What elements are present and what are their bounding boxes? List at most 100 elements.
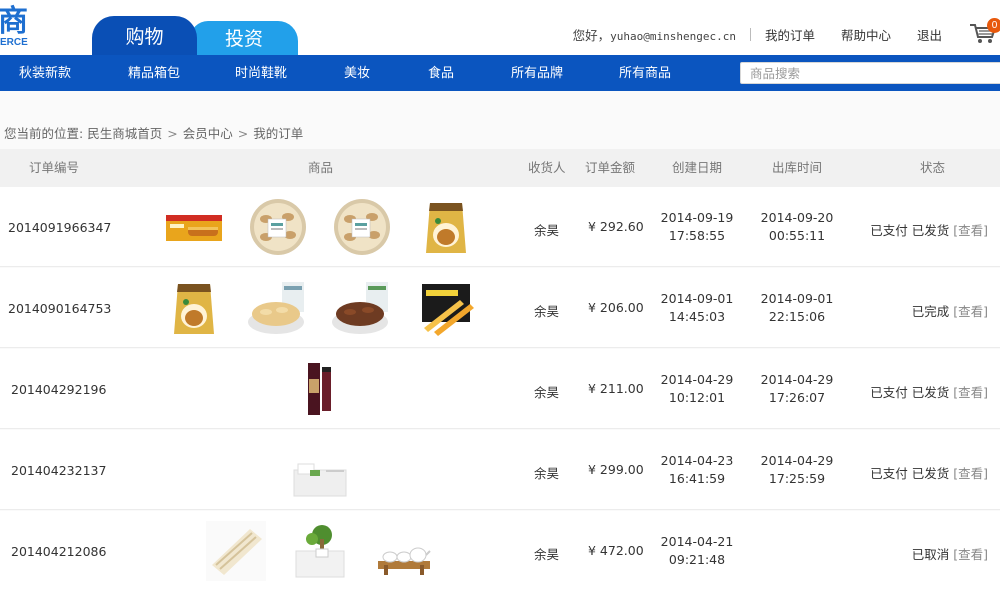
created-date: 2014-04-29: [660, 372, 734, 387]
created-date: 2014-09-19: [660, 210, 734, 225]
site-logo[interactable]: 商 ERCE: [0, 6, 30, 49]
created-time: 16:41:59: [668, 471, 726, 486]
status-text: 已完成: [911, 304, 950, 319]
order-number: 2014090164753: [8, 301, 112, 316]
divider: [749, 27, 751, 41]
nav-food[interactable]: 食品: [428, 55, 454, 91]
product-thumbnail[interactable]: [164, 197, 224, 257]
order-amount: ¥ 299.00: [588, 462, 644, 477]
product-thumbnail[interactable]: [290, 521, 350, 581]
receiver-name: 余昊: [534, 223, 560, 238]
logo-subtext: ERCE: [0, 37, 28, 48]
order-amount: ¥ 211.00: [588, 381, 644, 396]
order-row: 201404292196 余昊 ¥ 211.00 2014-04-29 10:12:01…: [0, 349, 1000, 429]
product-thumbnail[interactable]: [416, 197, 476, 257]
receiver-name: 余昊: [534, 385, 560, 400]
search-input[interactable]: [740, 62, 1000, 84]
product-thumbnail[interactable]: [332, 197, 392, 257]
order-number: 201404232137: [11, 463, 107, 478]
cosmetic-bottle-image: [290, 359, 350, 419]
created-time: 14:45:03: [668, 309, 726, 324]
breadcrumb-separator: >: [237, 126, 249, 141]
logout-link[interactable]: 退出: [917, 25, 942, 44]
breadcrumb-member-center[interactable]: 会员中心: [183, 126, 233, 141]
product-thumbnail[interactable]: [290, 359, 350, 419]
greeting: 您好，yuhao@minshengec.cn: [573, 25, 736, 44]
created-datetime: 2014-09-19 17:58:55: [652, 209, 742, 245]
shipped-datetime: 2014-09-01 22:15:06: [752, 290, 842, 326]
view-order-link[interactable]: [查看]: [953, 547, 988, 562]
product-thumbnail[interactable]: [248, 278, 308, 338]
tab-invest[interactable]: 投资: [190, 21, 298, 56]
nut-tin-image: [334, 199, 390, 255]
nav-all-products[interactable]: 所有商品: [619, 55, 671, 91]
breadcrumb-home[interactable]: 民生商城首页: [87, 126, 162, 141]
nav-shoes[interactable]: 时尚鞋靴: [235, 55, 287, 91]
order-row: 2014090164753 余昊 ¥ 206.00 2014-09-01 14:45:0…: [0, 268, 1000, 348]
nav-autumn-new[interactable]: 秋装新款: [19, 55, 71, 91]
view-order-link[interactable]: [查看]: [953, 466, 988, 481]
order-amount: ¥ 206.00: [588, 300, 644, 315]
created-date: 2014-09-01: [660, 291, 734, 306]
created-datetime: 2014-04-21 09:21:48: [652, 533, 742, 569]
nav-beauty[interactable]: 美妆: [344, 55, 370, 91]
order-status: 已支付 已发货 [查看]: [870, 382, 988, 401]
product-thumbnail[interactable]: [332, 278, 392, 338]
view-order-link[interactable]: [查看]: [953, 385, 988, 400]
snack-bag-image: [426, 203, 466, 253]
created-date: 2014-04-23: [660, 453, 734, 468]
shipped-date: 2014-04-29: [760, 453, 834, 468]
shipped-time: 00:55:11: [768, 228, 826, 243]
col-created: 创建日期: [672, 160, 723, 175]
white-box-set-image: [290, 440, 350, 500]
bamboo-mat-image: [206, 521, 266, 581]
cashew-bowl-image: [248, 278, 308, 338]
order-number: 201404292196: [11, 382, 107, 397]
shipped-time: 22:15:06: [768, 309, 826, 324]
top-header: 商 ERCE 投资 购物 您好，yuhao@minshengec.cn 我的订单…: [0, 0, 1000, 56]
user-bar: 您好，yuhao@minshengec.cn 我的订单 帮助中心 退出 0: [573, 18, 1000, 44]
receiver-name: 余昊: [534, 547, 560, 562]
status-text: 已支付 已发货: [870, 466, 950, 481]
col-goods: 商品: [308, 160, 334, 175]
product-thumbnail[interactable]: [416, 278, 476, 338]
view-order-link[interactable]: [查看]: [953, 223, 988, 238]
my-orders-link[interactable]: 我的订单: [765, 25, 815, 44]
shipped-datetime: 2014-09-20 00:55:11: [752, 209, 842, 245]
order-row: 201404212086 余昊 ¥ 472.00 2014-04-21 09:21:48…: [0, 511, 1000, 589]
created-time: 09:21:48: [668, 552, 726, 567]
col-status: 状态: [920, 160, 946, 175]
product-thumbnail[interactable]: [206, 521, 266, 581]
order-status: 已取消 [查看]: [912, 544, 988, 563]
view-order-link[interactable]: [查看]: [953, 304, 988, 319]
order-status: 已支付 已发货 [查看]: [870, 220, 988, 239]
shipped-datetime: 2014-04-29 17:25:59: [752, 452, 842, 488]
col-shipped: 出库时间: [772, 160, 823, 175]
help-center-link[interactable]: 帮助中心: [841, 25, 891, 44]
product-thumbnail[interactable]: [374, 521, 434, 581]
order-number: 2014091966347: [8, 220, 112, 235]
orders-table-header: 订单编号 商品 收货人 订单金额 创建日期 出库时间 状态: [0, 149, 1000, 187]
nav-bags[interactable]: 精品箱包: [128, 55, 180, 91]
created-time: 10:12:01: [668, 390, 726, 405]
pecan-bowl-image: [332, 278, 392, 338]
shipped-date: 2014-09-20: [760, 210, 834, 225]
col-amount: 订单金额: [585, 160, 636, 175]
breadcrumb-current: 我的订单: [253, 126, 304, 141]
category-nav: 秋装新款 精品箱包 时尚鞋靴 美妆 食品 所有品牌 所有商品: [0, 55, 1000, 91]
nav-all-brands[interactable]: 所有品牌: [511, 55, 563, 91]
orders-page: 您当前的位置: 民生商城首页 > 会员中心 > 我的订单 订单编号 商品 收货人 订单金…: [0, 91, 1000, 589]
product-thumbnail[interactable]: [248, 197, 308, 257]
snack-bag-image: [174, 284, 214, 334]
product-thumbnail[interactable]: [164, 278, 224, 338]
product-thumbnail[interactable]: [290, 440, 350, 500]
status-text: 已支付 已发货: [870, 385, 950, 400]
cart-button[interactable]: 0: [968, 18, 1000, 45]
col-receiver: 收货人: [528, 160, 566, 175]
breadcrumb: 您当前的位置: 民生商城首页 > 会员中心 > 我的订单: [4, 123, 303, 142]
nut-tin-image: [250, 199, 306, 255]
created-time: 17:58:55: [668, 228, 726, 243]
tab-shop[interactable]: 购物: [92, 16, 197, 56]
mango-pack-image: [422, 284, 474, 336]
receiver-name: 余昊: [534, 304, 560, 319]
